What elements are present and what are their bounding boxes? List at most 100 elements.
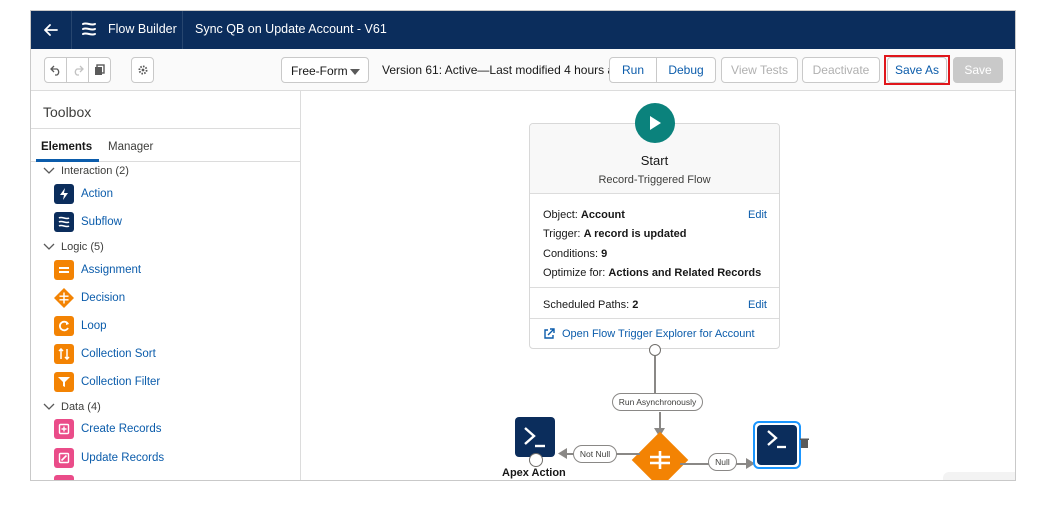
active-tab-indicator	[36, 159, 99, 162]
apex-icon	[524, 427, 545, 448]
apex-action-node[interactable]	[515, 417, 555, 457]
toolbox-item-subflow[interactable]: Subflow	[54, 212, 122, 232]
undo-button[interactable]	[44, 57, 67, 83]
section-logic[interactable]: Logic (5)	[43, 241, 104, 253]
trigger-explorer-label: Open Flow Trigger Explorer for Account	[562, 328, 755, 340]
header-divider	[182, 11, 183, 49]
history-button-group	[44, 57, 111, 83]
copy-icon	[95, 64, 105, 75]
redo-button[interactable]	[66, 57, 89, 83]
header-divider	[71, 11, 72, 49]
trigger-explorer-link[interactable]: Open Flow Trigger Explorer for Account	[543, 328, 755, 340]
flow-canvas[interactable]: Start Record-Triggered Flow Object: Acco…	[302, 91, 1015, 481]
apex-action-label: Apex Action	[502, 467, 566, 479]
back-button[interactable]	[39, 19, 63, 41]
object-row: Object: Account	[543, 209, 625, 221]
object-value: Account	[580, 209, 625, 221]
toolbox-item-decision[interactable]: Decision	[54, 288, 125, 308]
connector-dot[interactable]	[649, 344, 661, 356]
app-title: Flow Builder	[108, 22, 177, 36]
item-label: Collection Sort	[81, 348, 156, 360]
settings-button[interactable]	[131, 57, 154, 83]
tab-elements[interactable]: Elements	[41, 141, 92, 153]
card-divider	[530, 287, 779, 288]
conditions-row: Conditions: 9	[543, 248, 608, 260]
path-label-not-null[interactable]: Not Null	[573, 445, 617, 463]
edit-scheduled-paths-link[interactable]: Edit	[748, 299, 767, 311]
run-button[interactable]: Run	[609, 57, 657, 83]
scheduled-paths-row: Scheduled Paths: 2	[543, 299, 639, 311]
item-label: Subflow	[81, 216, 122, 228]
optimize-value: Actions and Related Records	[608, 267, 762, 279]
flow-builder-window: Flow Builder Sync QB on Update Account -…	[30, 10, 1016, 481]
optimize-row: Optimize for: Actions and Related Record…	[543, 267, 762, 279]
section-label: Data (4)	[61, 401, 101, 413]
section-label: Logic (5)	[61, 241, 104, 253]
connector-line	[654, 356, 656, 393]
apex-action-node-selected[interactable]	[757, 425, 797, 465]
trash-icon[interactable]	[800, 438, 809, 448]
canvas-zoom-controls[interactable]	[943, 472, 1015, 480]
copy-button[interactable]	[88, 57, 111, 83]
start-element-card[interactable]: Start Record-Triggered Flow Object: Acco…	[529, 123, 780, 349]
path-label-run-async[interactable]: Run Asynchronously	[612, 393, 703, 411]
chevron-down-icon	[43, 403, 55, 410]
loop-icon	[54, 316, 74, 336]
deactivate-button[interactable]: Deactivate	[802, 57, 880, 83]
layout-select[interactable]: Free-Form	[281, 57, 369, 83]
decision-icon	[54, 288, 74, 308]
item-label: Assignment	[81, 264, 142, 276]
toolbox-panel: Toolbox Elements Manager Interaction (2)…	[31, 91, 301, 480]
filter-icon	[54, 372, 74, 392]
update-records-icon	[54, 448, 74, 468]
back-arrow-icon	[44, 24, 58, 36]
start-subtitle: Record-Triggered Flow	[598, 174, 711, 186]
external-link-icon	[544, 328, 555, 339]
flow-icon	[82, 22, 96, 36]
trigger-row: Trigger: A record is updated	[543, 228, 687, 240]
gear-icon	[138, 65, 147, 75]
connector-dot[interactable]	[529, 453, 543, 467]
apex-icon	[767, 430, 786, 449]
tab-manager[interactable]: Manager	[108, 141, 153, 153]
redo-icon	[74, 65, 84, 76]
toolbox-item-assignment[interactable]: Assignment	[54, 260, 141, 280]
assignment-icon	[54, 260, 74, 280]
path-label-null[interactable]: Null	[708, 453, 737, 471]
section-data[interactable]: Data (4)	[43, 401, 101, 413]
start-node[interactable]	[635, 103, 675, 143]
lightning-icon	[54, 184, 74, 204]
decision-icon	[648, 448, 672, 472]
section-interaction[interactable]: Interaction (2)	[43, 165, 129, 177]
create-records-icon	[54, 419, 74, 439]
save-button[interactable]: Save	[953, 57, 1003, 83]
toolbox-item-collection-sort[interactable]: Collection Sort	[54, 344, 156, 364]
toolbox-item-collection-filter[interactable]: Collection Filter	[54, 372, 160, 392]
version-info: Version 61: Active—Last modified 4 hours…	[382, 63, 628, 77]
toolbox-item-update-records[interactable]: Update Records	[54, 448, 164, 468]
play-icon	[650, 116, 661, 130]
header-bar: Flow Builder Sync QB on Update Account -…	[31, 11, 1015, 49]
toolbox-item-loop[interactable]: Loop	[54, 316, 107, 336]
debug-button[interactable]: Debug	[656, 57, 716, 83]
save-as-highlight	[884, 55, 950, 85]
flow-name: Sync QB on Update Account - V61	[195, 22, 387, 36]
item-label: Loop	[81, 320, 107, 332]
item-label: Create Records	[81, 423, 162, 435]
start-title: Start	[640, 153, 669, 168]
records-icon	[54, 475, 74, 480]
scheduled-paths-value: 2	[632, 299, 639, 311]
view-tests-button[interactable]: View Tests	[721, 57, 798, 83]
undo-icon	[49, 65, 59, 76]
toolbox-title: Toolbox	[43, 104, 92, 120]
toolbox-item-create-records[interactable]: Create Records	[54, 419, 162, 439]
toolbox-item-action[interactable]: Action	[54, 184, 113, 204]
arrow-left-icon	[558, 448, 567, 459]
edit-trigger-link[interactable]: Edit	[748, 209, 767, 221]
chevron-down-icon	[43, 167, 55, 174]
connector-dot[interactable]	[655, 480, 667, 481]
card-divider	[530, 318, 779, 319]
layout-select-value: Free-Form	[291, 64, 348, 78]
trigger-value: A record is updated	[583, 228, 687, 240]
toolbox-item-partial[interactable]	[54, 475, 81, 480]
